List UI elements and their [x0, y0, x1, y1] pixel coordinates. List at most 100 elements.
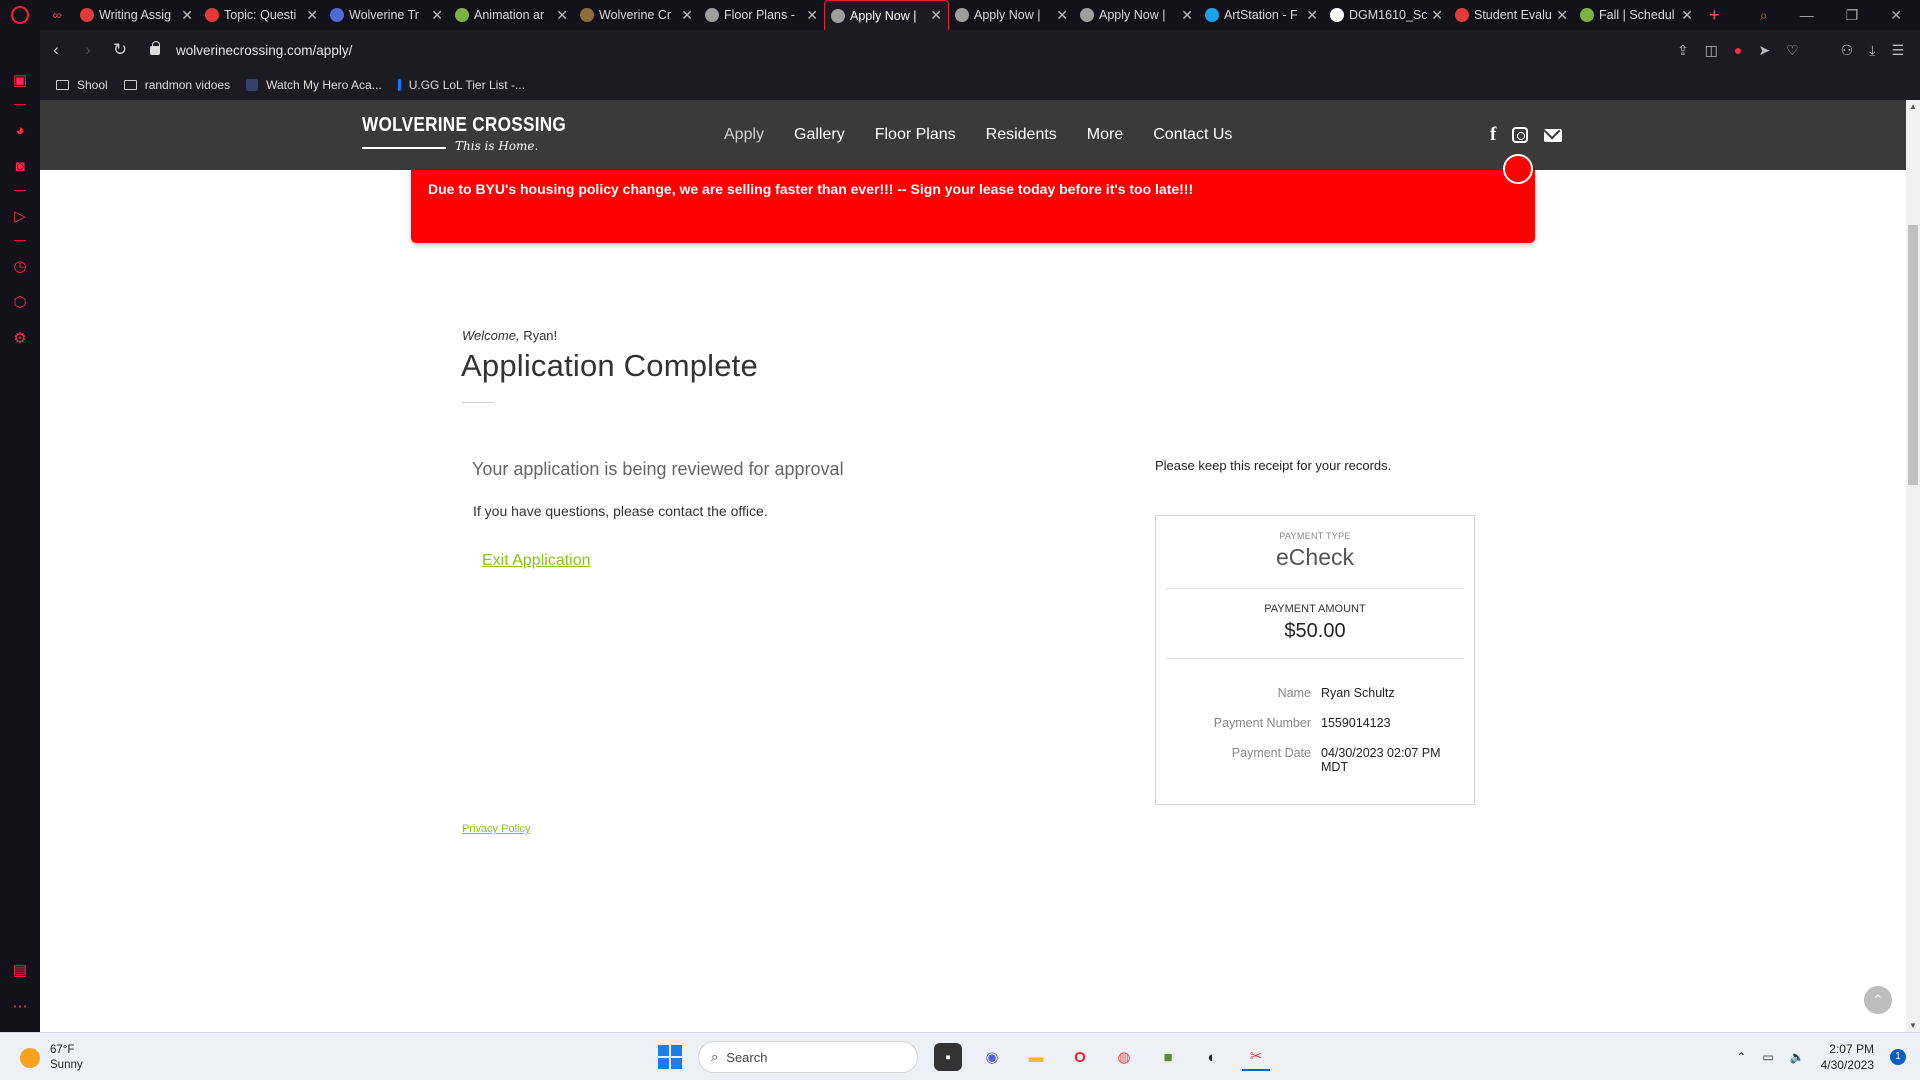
bookmark-folder-randmon-vidoes[interactable]: randmon vidoes — [123, 78, 230, 92]
network-icon[interactable]: ▭ — [1762, 1050, 1773, 1064]
snapshot-icon[interactable]: ◫ — [1705, 42, 1718, 59]
nav-more[interactable]: More — [1087, 126, 1123, 144]
restore-icon[interactable]: ❐ — [1846, 7, 1859, 24]
tab-search-icon[interactable]: ⌕ — [1760, 7, 1768, 24]
folder-icon — [56, 80, 69, 90]
extensions-icon[interactable]: ⬡ — [11, 294, 29, 312]
tab-close-icon[interactable]: ✕ — [1181, 7, 1193, 24]
share-icon[interactable]: ⇪ — [1677, 42, 1689, 59]
reload-icon[interactable]: ↻ — [104, 40, 136, 60]
history-icon[interactable]: ◷ — [11, 258, 29, 276]
steam-icon[interactable]: ◐ — [1198, 1043, 1226, 1071]
browser-tab[interactable]: DGM1610_Sc ✕ — [1324, 0, 1449, 30]
tab-close-icon[interactable]: ✕ — [306, 7, 318, 24]
scroll-down-icon[interactable]: ▼ — [1906, 1021, 1920, 1030]
back-icon[interactable]: ‹ — [40, 40, 72, 60]
close-window-icon[interactable]: ✕ — [1890, 7, 1902, 24]
send-icon[interactable]: ➤ — [1758, 42, 1770, 59]
start-button[interactable] — [658, 1045, 682, 1069]
bookmark-folder-shool[interactable]: Shool — [56, 78, 108, 92]
browser-tab[interactable]: Fall | Schedul ✕ — [1574, 0, 1699, 30]
opera-menu-icon[interactable] — [0, 0, 40, 30]
task-view-icon[interactable]: ▪ — [934, 1043, 962, 1071]
browser-tab[interactable]: Animation ar ✕ — [449, 0, 574, 30]
profile-icon[interactable]: ⚇ — [1841, 42, 1854, 59]
settings-icon[interactable]: ⚙ — [11, 330, 29, 348]
tray-overflow-icon[interactable]: ⌃ — [1736, 1050, 1746, 1064]
volume-icon[interactable]: 🔈 — [1790, 1050, 1805, 1064]
chrome-icon[interactable]: ◍ — [1110, 1043, 1138, 1071]
tab-close-icon[interactable]: ✕ — [1056, 7, 1068, 24]
browser-tab[interactable]: Writing Assig ✕ — [74, 0, 199, 30]
tab-title: Topic: Questi — [224, 8, 297, 22]
workspaces-icon[interactable]: ∞ — [40, 0, 74, 30]
address-bar: ‹ › ↻ wolverinecrossing.com/apply/ ⇪ ◫ ●… — [40, 30, 1920, 70]
nav-gallery[interactable]: Gallery — [794, 126, 845, 144]
search-placeholder: Search — [726, 1049, 768, 1065]
snipping-tool-icon[interactable]: ✂ — [1242, 1043, 1270, 1071]
player-icon[interactable]: ▷ — [11, 208, 29, 226]
tab-close-icon[interactable]: ✕ — [806, 7, 818, 24]
tab-close-icon[interactable]: ✕ — [1306, 7, 1318, 24]
tab-close-icon[interactable]: ✕ — [431, 7, 443, 24]
nav-contact-us[interactable]: Contact Us — [1153, 126, 1232, 144]
nav-apply[interactable]: Apply — [724, 126, 764, 144]
browser-tab[interactable]: Apply Now | ✕ — [949, 0, 1074, 30]
tab-close-icon[interactable]: ✕ — [681, 7, 693, 24]
tab-close-icon[interactable]: ✕ — [1556, 7, 1568, 24]
clock-time: 2:07 PM — [1829, 1042, 1874, 1056]
heart-icon[interactable]: ♡ — [1786, 42, 1799, 59]
instagram-icon[interactable]: ◙ — [11, 158, 29, 176]
messenger-icon[interactable]: ◕ — [11, 122, 29, 140]
browser-tab[interactable]: ArtStation - F ✕ — [1199, 0, 1324, 30]
back-to-top-button[interactable]: ⌃ — [1864, 986, 1892, 1014]
tab-close-icon[interactable]: ✕ — [1681, 7, 1693, 24]
forward-icon[interactable]: › — [72, 40, 104, 60]
notification-badge[interactable]: 1 — [1890, 1049, 1906, 1065]
exit-application-link[interactable]: Exit Application — [482, 552, 591, 570]
privacy-policy-link[interactable]: Privacy Policy — [462, 823, 530, 835]
alert-close-button[interactable] — [1503, 154, 1533, 184]
scroll-up-icon[interactable]: ▲ — [1906, 102, 1920, 111]
browser-tab[interactable]: Apply Now | ✕ — [1074, 0, 1199, 30]
browser-tab[interactable]: Floor Plans - ✕ — [699, 0, 824, 30]
minecraft-icon[interactable]: ■ — [1154, 1043, 1182, 1071]
lock-icon[interactable] — [150, 40, 160, 55]
browser-tab[interactable]: Apply Now | ✕ — [824, 0, 949, 30]
clock[interactable]: 2:07 PM 4/30/2023 — [1821, 1041, 1874, 1073]
bookmark-ugg-tier-list[interactable]: U.GG LoL Tier List -... — [397, 78, 525, 92]
nav-floor-plans[interactable]: Floor Plans — [875, 126, 956, 144]
page-scrollbar[interactable]: ▲ ▼ — [1906, 100, 1920, 1032]
nav-residents[interactable]: Residents — [986, 126, 1057, 144]
speed-dial-icon[interactable]: ▣ — [11, 72, 29, 90]
site-logo[interactable]: WOLVERINE CROSSING This is Home. — [362, 114, 566, 158]
easy-setup-icon[interactable]: ☰ — [1891, 42, 1904, 59]
adblock-icon[interactable]: ● — [1734, 42, 1742, 58]
scrollbar-thumb[interactable] — [1908, 225, 1918, 485]
logo-rule — [362, 147, 446, 149]
tab-close-icon[interactable]: ✕ — [556, 7, 568, 24]
minimize-icon[interactable]: — — [1800, 7, 1814, 23]
url-field[interactable]: wolverinecrossing.com/apply/ — [176, 43, 352, 58]
tab-close-icon[interactable]: ✕ — [930, 7, 942, 24]
weather-condition: Sunny — [50, 1059, 83, 1071]
bookmark-watch-my-hero[interactable]: Watch My Hero Aca... — [246, 78, 382, 92]
browser-tab[interactable]: Student Evalu ✕ — [1449, 0, 1574, 30]
tab-close-icon[interactable]: ✕ — [1431, 7, 1443, 24]
file-explorer-icon[interactable]: ▬ — [1022, 1043, 1050, 1071]
browser-tab[interactable]: Topic: Questi ✕ — [199, 0, 324, 30]
pinboard-icon[interactable]: ▤ — [11, 962, 29, 980]
new-tab-icon[interactable]: + — [1709, 5, 1720, 26]
browser-tab[interactable]: Wolverine Cr ✕ — [574, 0, 699, 30]
weather-widget[interactable]: 67°F Sunny — [20, 1043, 83, 1073]
taskbar-search[interactable]: ⌕ Search — [698, 1041, 918, 1073]
tab-close-icon[interactable]: ✕ — [181, 7, 193, 24]
email-icon[interactable] — [1544, 128, 1563, 142]
browser-tab[interactable]: Wolverine Tr ✕ — [324, 0, 449, 30]
opera-icon[interactable]: O — [1066, 1043, 1094, 1071]
teams-icon[interactable]: ◉ — [978, 1043, 1006, 1071]
instagram-icon[interactable] — [1512, 127, 1529, 143]
facebook-icon[interactable]: f — [1490, 124, 1496, 146]
more-icon[interactable]: ⋯ — [11, 998, 29, 1016]
download-icon[interactable]: ⤓ — [1869, 42, 1875, 59]
